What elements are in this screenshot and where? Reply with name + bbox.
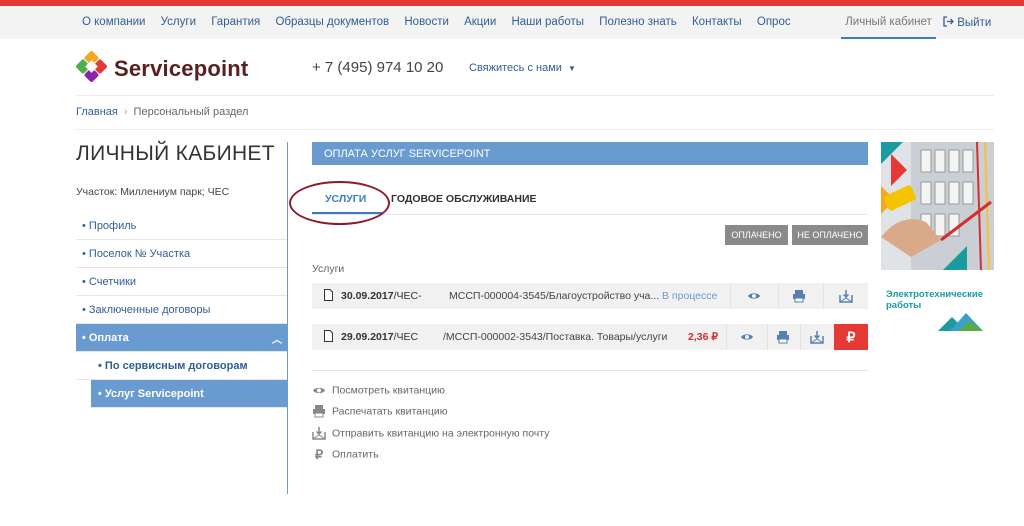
sidebar-item-profile[interactable]: • Профиль bbox=[76, 212, 288, 240]
row-date-suffix: /ЧЕС bbox=[393, 331, 419, 343]
row-status: В процессе bbox=[662, 290, 718, 302]
row-separator bbox=[823, 283, 824, 309]
sidebar: • Профиль • Поселок № Участка • Счетчики… bbox=[76, 212, 288, 408]
legend-divider bbox=[312, 370, 868, 371]
contact-dropdown[interactable]: Свяжитесь с нами ▼ bbox=[469, 62, 576, 74]
annotation-circle bbox=[289, 181, 390, 225]
legend-pay-label: Оплатить bbox=[332, 448, 379, 461]
legend-view-label: Посмотреть квитанцию bbox=[332, 384, 445, 397]
row-date-suffix: /ЧЕС- bbox=[393, 290, 422, 302]
row-amount: 2,36 ₽ bbox=[688, 331, 719, 343]
nav-services[interactable]: Услуги bbox=[161, 16, 196, 28]
breadcrumb-current: Персональный раздел bbox=[133, 106, 249, 118]
sidebar-item-payment[interactable]: • Оплата ︿ bbox=[76, 324, 288, 352]
logout-label: Выйти bbox=[957, 17, 992, 29]
filter-unpaid-button[interactable]: НЕ ОПЛАЧЕНО bbox=[792, 225, 868, 245]
row-date-value: 29.09.2017 bbox=[341, 331, 394, 343]
chevron-down-icon: ▼ bbox=[567, 64, 576, 73]
nav-document-samples[interactable]: Образцы документов bbox=[275, 16, 389, 28]
page-title: ЛИЧНЫЙ КАБИНЕТ bbox=[76, 142, 275, 165]
sidebar-item-meters[interactable]: • Счетчики bbox=[76, 268, 288, 296]
legend-print: Распечатать квитанцию bbox=[312, 405, 448, 418]
panel-title: ОПЛАТА УСЛУГ SERVICEPOINT bbox=[312, 142, 868, 165]
site-label: Участок: Миллениум парк; ЧЕС bbox=[76, 186, 230, 198]
eye-icon[interactable] bbox=[740, 330, 754, 344]
nav-contacts[interactable]: Контакты bbox=[692, 16, 742, 28]
eye-icon[interactable] bbox=[747, 289, 761, 303]
nav-promotions[interactable]: Акции bbox=[464, 16, 496, 28]
mail-icon bbox=[312, 427, 326, 440]
section-label: Услуги bbox=[312, 263, 345, 275]
nav-our-works[interactable]: Наши работы bbox=[511, 16, 584, 28]
print-icon bbox=[313, 405, 325, 418]
legend-view: Посмотреть квитанцию bbox=[312, 384, 445, 397]
ad-banner-image[interactable] bbox=[881, 142, 994, 270]
tabs-divider bbox=[312, 214, 868, 215]
sidebar-item-contracts[interactable]: • Заключенные договоры bbox=[76, 296, 288, 324]
nav-survey[interactable]: Опрос bbox=[757, 16, 791, 28]
breadcrumb-separator-icon: › bbox=[123, 106, 128, 118]
electric-panel-illustration bbox=[881, 142, 994, 270]
contact-label: Свяжитесь с нами bbox=[469, 62, 562, 74]
nav-news[interactable]: Новости bbox=[404, 16, 449, 28]
logout-icon bbox=[943, 16, 954, 27]
sidebar-item-plot[interactable]: • Поселок № Участка bbox=[76, 240, 288, 268]
mountain-logo-icon bbox=[938, 313, 983, 331]
row-date-value: 30.09.2017 bbox=[341, 290, 394, 302]
header-divider bbox=[76, 95, 994, 96]
legend-email: Отправить квитанцию на электронную почту bbox=[312, 427, 549, 440]
logo-text[interactable]: Servicepoint bbox=[114, 56, 248, 82]
breadcrumb: Главная › Персональный раздел bbox=[76, 106, 248, 118]
row-separator bbox=[767, 324, 768, 350]
row-description: /МССП-000002-3543/Поставка. Товары/услуг… bbox=[443, 331, 668, 343]
chevron-up-icon: ︿ bbox=[272, 335, 282, 346]
legend-print-label: Распечатать квитанцию bbox=[332, 405, 448, 418]
row-description: МССП-000004-3545/Благоустройство уча... bbox=[449, 290, 660, 302]
row-separator bbox=[726, 324, 727, 350]
nav-personal-cabinet[interactable]: Личный кабинет bbox=[841, 6, 936, 39]
tab-annual-service[interactable]: ГОДОВОЕ ОБСЛУЖИВАНИЕ bbox=[391, 193, 537, 205]
mail-download-icon[interactable] bbox=[839, 289, 853, 303]
content-divider bbox=[287, 142, 288, 494]
top-menu: О компании Услуги Гарантия Образцы докум… bbox=[82, 16, 803, 28]
print-icon[interactable] bbox=[792, 289, 806, 303]
row-separator bbox=[778, 283, 779, 309]
nav-warranty[interactable]: Гарантия bbox=[211, 16, 260, 28]
print-icon[interactable] bbox=[776, 330, 790, 344]
sidebar-item-payment-label: • Оплата bbox=[82, 332, 129, 344]
nav-about[interactable]: О компании bbox=[82, 16, 145, 28]
nav-useful[interactable]: Полезно знать bbox=[599, 16, 677, 28]
row-date: 30.09.2017/ЧЕС- bbox=[341, 290, 422, 302]
ruble-icon: ₽ bbox=[314, 447, 324, 462]
table-row: 30.09.2017/ЧЕС- МССП-000004-3545/Благоус… bbox=[312, 283, 868, 309]
logout-link[interactable]: Выйти bbox=[943, 16, 991, 29]
top-navigation: О компании Услуги Гарантия Образцы докум… bbox=[0, 6, 1024, 39]
document-icon bbox=[324, 289, 333, 301]
legend-pay: ₽ Оплатить bbox=[312, 448, 379, 461]
sidebar-subitem-service-contracts[interactable]: • По сервисным договорам bbox=[76, 352, 288, 380]
pay-button[interactable]: ₽ bbox=[834, 324, 868, 350]
row-separator bbox=[730, 283, 731, 309]
row-date: 29.09.2017/ЧЕС bbox=[341, 331, 418, 343]
filter-paid-button[interactable]: ОПЛАЧЕНО bbox=[725, 225, 788, 245]
servicepoint-logo-icon[interactable] bbox=[76, 51, 107, 82]
breadcrumb-home[interactable]: Главная bbox=[76, 106, 118, 118]
ad-banner-text[interactable]: Электротехнические работы bbox=[886, 289, 996, 311]
phone-number: + 7 (495) 974 10 20 bbox=[312, 59, 444, 76]
table-row: 29.09.2017/ЧЕС /МССП-000002-3543/Поставк… bbox=[312, 324, 868, 350]
legend-email-label: Отправить квитанцию на электронную почту bbox=[332, 427, 550, 440]
mail-download-icon[interactable] bbox=[810, 330, 824, 344]
document-icon bbox=[324, 330, 333, 342]
sidebar-subitem-servicepoint[interactable]: • Услуг Servicepoint bbox=[91, 380, 288, 408]
row-separator bbox=[800, 324, 801, 350]
eye-icon bbox=[313, 387, 325, 394]
breadcrumb-divider bbox=[76, 129, 994, 130]
